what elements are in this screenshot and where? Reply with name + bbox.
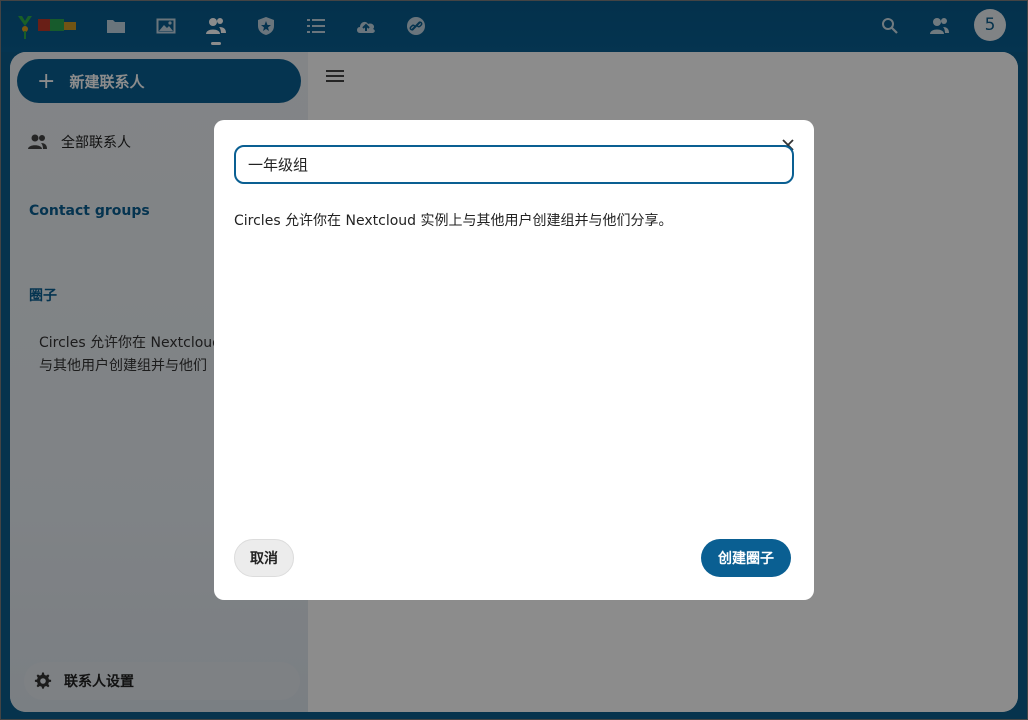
create-circle-button[interactable]: 创建圈子 — [701, 539, 791, 577]
cancel-button[interactable]: 取消 — [234, 539, 294, 577]
dialog-description: Circles 允许你在 Nextcloud 实例上与其他用户创建组并与他们分享… — [234, 213, 673, 229]
create-circle-dialog: Circles 允许你在 Nextcloud 实例上与其他用户创建组并与他们分享… — [214, 120, 814, 600]
circle-name-input[interactable] — [234, 145, 794, 184]
